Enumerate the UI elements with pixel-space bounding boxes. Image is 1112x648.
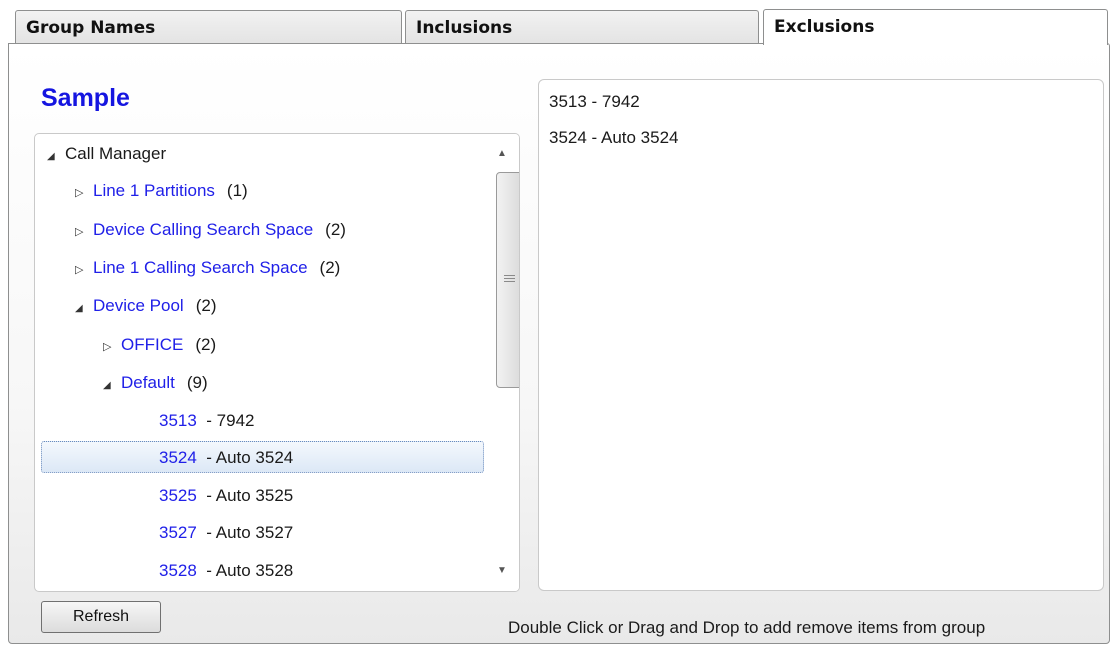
node-count: (2) xyxy=(195,335,217,354)
node-label: Device Pool xyxy=(93,296,184,315)
tab-exclusions[interactable]: Exclusions xyxy=(763,9,1108,45)
node-count: (2) xyxy=(319,258,341,277)
expand-arrow-icon[interactable]: ▷ xyxy=(103,330,121,364)
node-count: (2) xyxy=(325,220,346,239)
expand-arrow-icon[interactable]: ▷ xyxy=(75,253,93,287)
scroll-up-icon[interactable]: ▲ xyxy=(485,144,519,164)
node-count: (2) xyxy=(195,296,217,315)
tree-node-line1-partitions[interactable]: ▷ Line 1 Partitions (1) xyxy=(75,174,248,208)
hint-text: Double Click or Drag and Drop to add rem… xyxy=(508,618,986,637)
tree-node-device-css[interactable]: ▷ Device Calling Search Space (2) xyxy=(75,213,346,247)
leaf-desc: - Auto 3528 xyxy=(206,561,294,580)
tree-node-device-pool[interactable]: ◢ Device Pool (2) xyxy=(75,289,217,323)
grip-icon xyxy=(504,275,515,284)
collapse-arrow-icon[interactable]: ◢ xyxy=(47,140,65,174)
list-item[interactable]: 3513 - 7942 xyxy=(549,92,640,112)
exclusions-list[interactable]: 3513 - 7942 3524 - Auto 3524 xyxy=(538,79,1104,591)
node-label: Device Calling Search Space xyxy=(93,220,314,239)
node-label: OFFICE xyxy=(121,335,184,354)
tree-scrollbar[interactable]: ▲ ▼ xyxy=(485,134,519,591)
tree-leaf[interactable]: 3528 - Auto 3528 xyxy=(159,554,293,588)
tab-group-names[interactable]: Group Names xyxy=(15,10,402,44)
leaf-desc: - 7942 xyxy=(206,411,255,430)
expand-arrow-icon[interactable]: ▷ xyxy=(75,176,93,210)
tree-leaf-selected[interactable]: 3524 - Auto 3524 xyxy=(159,441,293,475)
leaf-desc: - Auto 3524 xyxy=(206,448,294,467)
leaf-number: 3528 xyxy=(159,561,197,580)
leaf-number: 3527 xyxy=(159,523,197,542)
leaf-number: 3524 xyxy=(159,448,197,467)
collapse-arrow-icon[interactable]: ◢ xyxy=(103,369,121,403)
tree-node-office[interactable]: ▷ OFFICE (2) xyxy=(103,328,216,362)
node-count: (1) xyxy=(226,181,248,200)
tree-leaf[interactable]: 3527 - Auto 3527 xyxy=(159,516,293,550)
tree-root-label: Call Manager xyxy=(65,144,167,163)
group-title: Sample xyxy=(41,84,130,112)
tree-leaf[interactable]: 3525 - Auto 3525 xyxy=(159,479,293,513)
tree-node-default[interactable]: ◢ Default (9) xyxy=(103,366,208,400)
leaf-number: 3525 xyxy=(159,486,197,505)
leaf-number: 3513 xyxy=(159,411,197,430)
tree-root[interactable]: ◢ Call Manager xyxy=(47,137,166,171)
scroll-down-icon[interactable]: ▼ xyxy=(485,561,519,581)
tab-inclusions[interactable]: Inclusions xyxy=(405,10,759,44)
refresh-button[interactable]: Refresh xyxy=(41,601,161,633)
node-count: (9) xyxy=(186,373,208,392)
leaf-desc: - Auto 3525 xyxy=(206,486,294,505)
tree-view[interactable]: ◢ Call Manager ▷ Line 1 Partitions (1) ▷ Dev… xyxy=(34,133,520,592)
node-label: Line 1 Partitions xyxy=(93,181,215,200)
list-item[interactable]: 3524 - Auto 3524 xyxy=(549,128,679,148)
expand-arrow-icon[interactable]: ▷ xyxy=(75,215,93,249)
collapse-arrow-icon[interactable]: ◢ xyxy=(75,292,93,326)
tree-leaf[interactable]: 3513 - 7942 xyxy=(159,404,254,438)
node-label: Default xyxy=(121,373,175,392)
scrollbar-thumb[interactable] xyxy=(496,172,519,388)
leaf-desc: - Auto 3527 xyxy=(206,523,294,542)
tree-node-line1-css[interactable]: ▷ Line 1 Calling Search Space (2) xyxy=(75,251,340,285)
node-label: Line 1 Calling Search Space xyxy=(93,258,308,277)
